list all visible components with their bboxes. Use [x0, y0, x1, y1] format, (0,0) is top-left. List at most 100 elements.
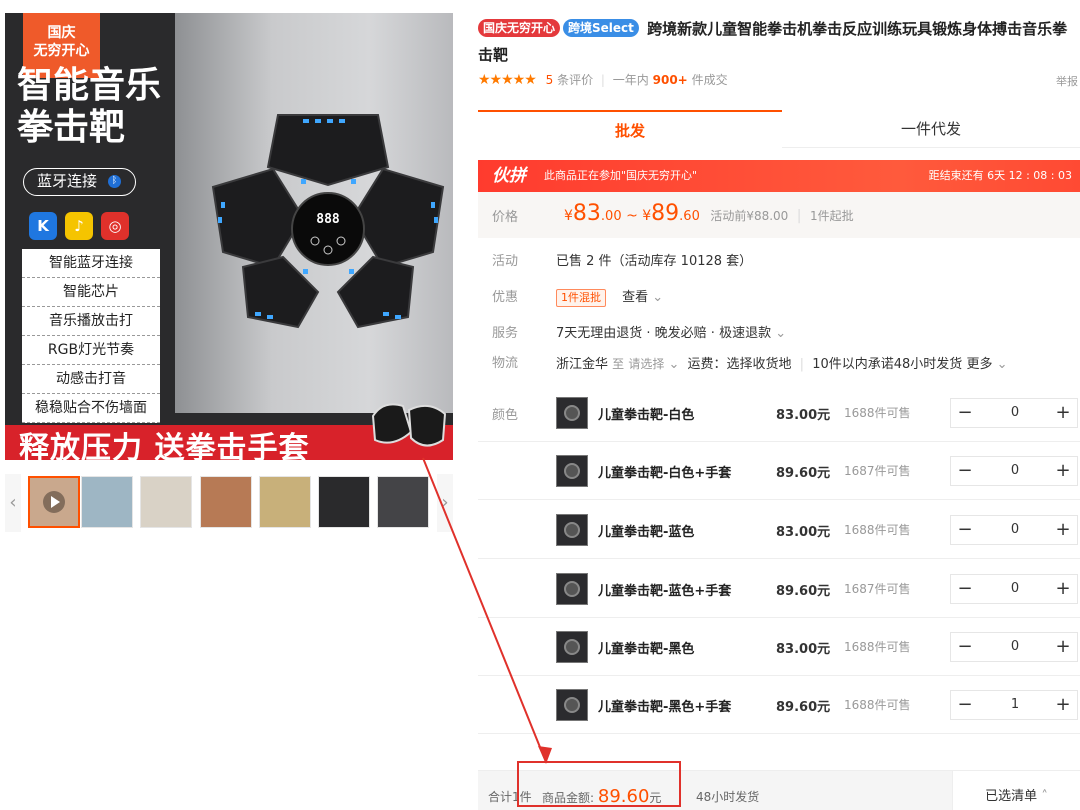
sku-row: 儿童拳击靶-黑色 83.00元 1688件可售 − 0 +	[478, 618, 1080, 676]
netease-music-app-icon: ◎	[101, 212, 129, 240]
minus-button[interactable]: −	[951, 691, 979, 719]
review-count[interactable]: 5	[546, 73, 554, 87]
feature-item: RGB灯光节奏	[22, 336, 160, 365]
thumbnail[interactable]	[81, 476, 133, 528]
plus-button[interactable]: +	[1049, 457, 1077, 485]
price-low-decimal: .00	[600, 209, 622, 224]
selected-list-label: 已选清单	[985, 789, 1038, 804]
qq-music-app-icon: ♪	[65, 212, 93, 240]
main-product-image[interactable]: 888 国庆 无穷开心 智能音乐拳击靶 蓝牙连接 ᛒ K ♪ ◎ 智能蓝牙连接 …	[5, 13, 453, 460]
sku-stock: 1688件可售	[844, 523, 911, 537]
shipping-fee: 运费：选择收货地	[687, 357, 792, 372]
play-icon	[43, 491, 65, 513]
image-headline: 智能音乐拳击靶	[17, 65, 162, 148]
thumbnail[interactable]	[200, 476, 252, 528]
sku-thumbnail-device	[564, 639, 580, 655]
tab-wholesale[interactable]: 批发	[478, 110, 782, 148]
thumbnail[interactable]	[377, 476, 429, 528]
product-title-row: 国庆无穷开心 跨境Select 跨境新款儿童智能拳击机拳击反应训练玩具锻炼身体搏击…	[478, 16, 1078, 68]
divider: |	[796, 208, 802, 224]
quantity-input[interactable]: 1	[995, 691, 1035, 719]
corner-badge-line-1: 国庆	[47, 25, 76, 41]
promo-text: 此商品正在参加"国庆无穷开心"	[544, 169, 698, 182]
sku-thumbnail-device	[564, 697, 580, 713]
boxing-glove-illustration	[371, 403, 447, 447]
sku-thumbnail[interactable]	[556, 455, 588, 487]
minus-button[interactable]: −	[951, 516, 979, 544]
sku-price: 89.60元	[776, 700, 831, 715]
sku-thumbnail[interactable]	[556, 514, 588, 546]
promo-countdown: 距结束还有 6天 12 : 08 : 03	[928, 169, 1072, 182]
chevron-down-icon[interactable]: ⌄	[652, 290, 663, 305]
minus-button[interactable]: −	[951, 399, 979, 427]
sku-thumbnail[interactable]	[556, 689, 588, 721]
quantity-stepper: − 1 +	[950, 690, 1078, 720]
activity-label: 活动	[492, 254, 519, 269]
service-value[interactable]: 7天无理由退货 · 晚发必赔 · 极速退款 ⌄	[556, 322, 786, 346]
quantity-input[interactable]: 0	[995, 516, 1035, 544]
discount-value: 1件混批 查看 ⌄	[556, 286, 663, 310]
tab-dropship[interactable]: 一件代发	[782, 110, 1080, 148]
report-link[interactable]: 举报	[1056, 72, 1078, 92]
sku-thumbnail[interactable]	[556, 631, 588, 663]
minus-button[interactable]: −	[951, 457, 979, 485]
minus-button[interactable]: −	[951, 633, 979, 661]
chevron-left-icon[interactable]: ‹	[5, 474, 21, 532]
sales-suffix: 件成交	[691, 73, 728, 87]
boxing-target-illustration: 888	[211, 114, 445, 329]
logistics-row: 物流 浙江金华 至 请选择 ⌄ 运费：选择收货地 | 10件以内承诺48小时发货…	[478, 352, 1080, 376]
currency-symbol: ¥	[642, 208, 652, 224]
sku-price: 89.60元	[776, 584, 831, 599]
purchase-mode-tabs: 批发 一件代发	[478, 110, 1080, 148]
plus-button[interactable]: +	[1049, 516, 1077, 544]
sku-price: 83.00元	[776, 642, 831, 657]
mixed-batch-tag: 1件混批	[556, 289, 606, 307]
thumbnail[interactable]	[318, 476, 370, 528]
sku-thumbnail-device	[564, 405, 580, 421]
activity-value: 已售 2 件（活动库存 10128 套）	[556, 254, 753, 269]
sku-row: 儿童拳击靶-黑色+手套 89.60元 1688件可售 − 1 +	[478, 676, 1080, 734]
sku-row: 儿童拳击靶-白色 83.00元 1688件可售 − 0 +	[478, 384, 1080, 442]
quantity-stepper: − 0 +	[950, 574, 1078, 604]
sku-thumbnail[interactable]	[556, 397, 588, 429]
thumbnail[interactable]	[140, 476, 192, 528]
price-box: 价格 ¥83.00 ~ ¥89.60 活动前¥88.00 | 1件起批	[478, 192, 1080, 238]
thumbnail-video[interactable]	[28, 476, 80, 528]
sku-stock: 1688件可售	[844, 640, 911, 654]
sku-thumbnail[interactable]	[556, 573, 588, 605]
thumbnail-strip: ‹ ›	[5, 474, 453, 532]
thumbnail[interactable]	[259, 476, 311, 528]
sku-stock: 1687件可售	[844, 464, 911, 478]
price-high: 89	[651, 201, 680, 226]
shipping-promise: 10件以内承诺48小时发货	[812, 357, 963, 372]
chevron-down-icon[interactable]: ⌄	[997, 357, 1008, 372]
destination-select[interactable]: 请选择	[628, 357, 664, 371]
price-tilde: ~	[626, 208, 638, 224]
price-before-event: 活动前¥88.00	[710, 209, 789, 223]
rating-row: ★★★★★ 5 条评价 | 一年内 900+ 件成交 举报	[478, 70, 1078, 90]
quantity-input[interactable]: 0	[995, 575, 1035, 603]
plus-button[interactable]: +	[1049, 575, 1077, 603]
plus-button[interactable]: +	[1049, 633, 1077, 661]
activity-row: 活动 已售 2 件（活动库存 10128 套）	[478, 250, 1080, 274]
quantity-input[interactable]: 0	[995, 457, 1035, 485]
quantity-stepper: − 0 +	[950, 398, 1078, 428]
ship-from: 浙江金华	[556, 357, 609, 372]
sku-row: 儿童拳击靶-蓝色+手套 89.60元 1687件可售 − 0 +	[478, 560, 1080, 618]
price-label: 价格	[492, 210, 519, 225]
sku-name: 儿童拳击靶-蓝色	[598, 525, 695, 540]
more-logistics-link[interactable]: 更多	[966, 357, 992, 372]
chevron-up-icon: ˄	[1041, 789, 1048, 804]
plus-button[interactable]: +	[1049, 399, 1077, 427]
chevron-down-icon[interactable]: ⌄	[668, 357, 679, 372]
plus-button[interactable]: +	[1049, 691, 1077, 719]
minus-button[interactable]: −	[951, 575, 979, 603]
quantity-input[interactable]: 0	[995, 633, 1035, 661]
sales-prefix: 一年内	[612, 73, 649, 87]
feature-item: 音乐播放击打	[22, 307, 160, 336]
chevron-right-icon[interactable]: ›	[437, 474, 453, 532]
selected-list-button[interactable]: 已选清单 ˄	[952, 771, 1080, 810]
sku-name: 儿童拳击靶-黑色	[598, 642, 695, 657]
view-discount-link[interactable]: 查看	[622, 290, 648, 305]
quantity-input[interactable]: 0	[995, 399, 1035, 427]
